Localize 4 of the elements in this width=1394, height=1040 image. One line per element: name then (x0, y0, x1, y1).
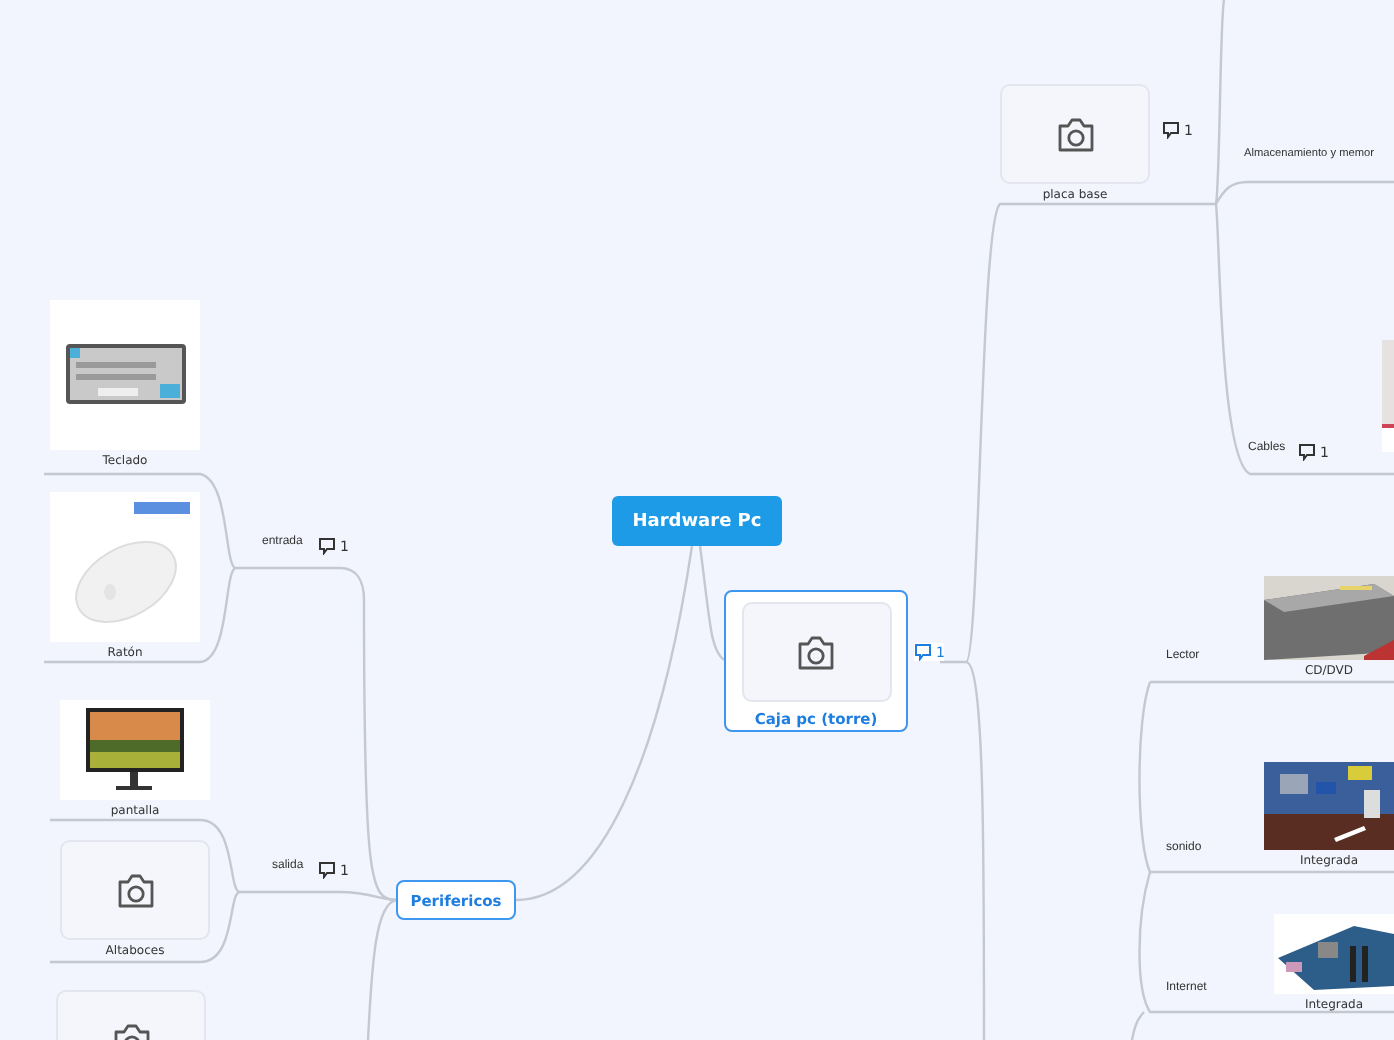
camera-icon (115, 873, 155, 907)
connector-line (698, 545, 725, 661)
camera-icon (796, 635, 836, 669)
camera-icon (1055, 117, 1095, 151)
